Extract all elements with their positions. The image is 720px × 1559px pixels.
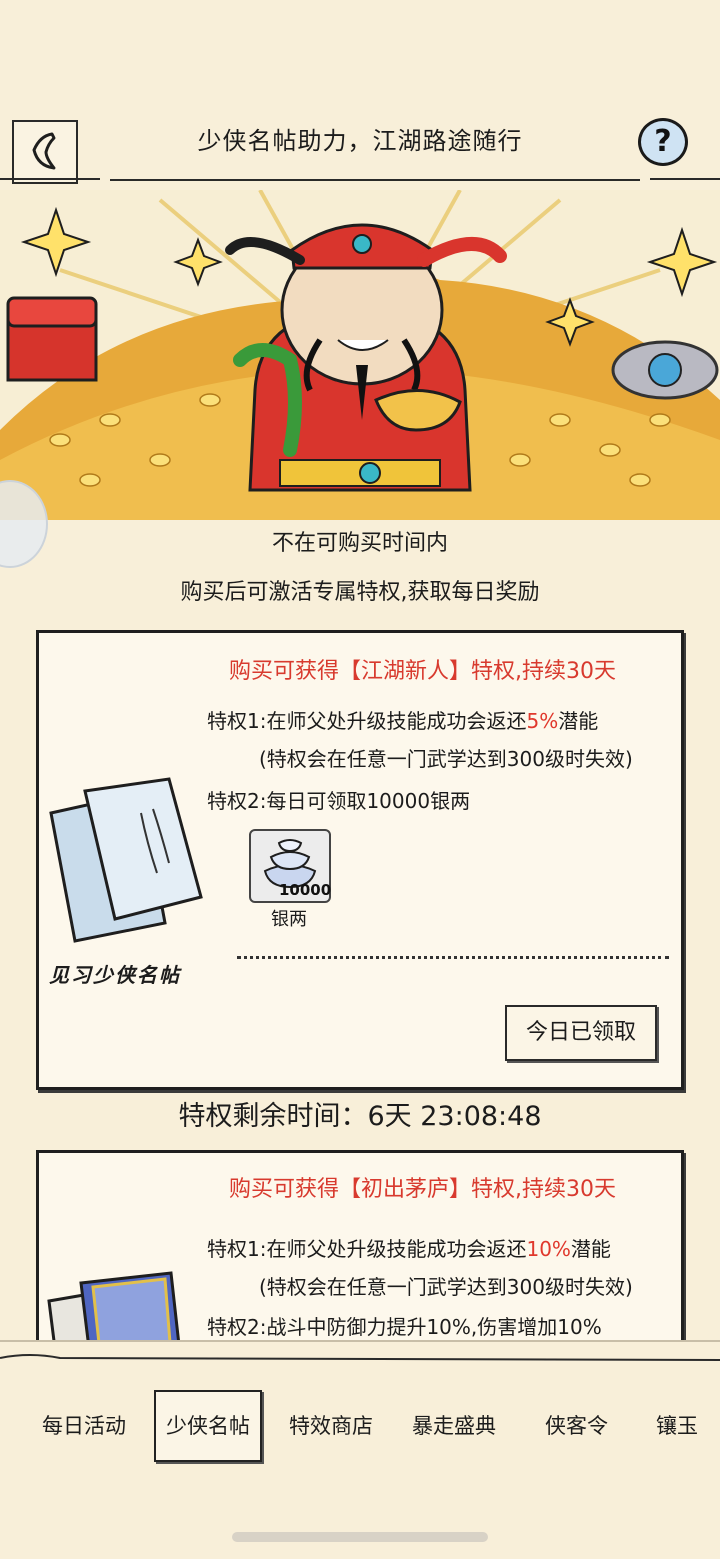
name-card-scroll-icon bbox=[49, 777, 203, 943]
purchase-status: 不在可购买时间内 bbox=[271, 531, 448, 556]
banner-illustration bbox=[0, 190, 720, 520]
bottom-tab-bar bbox=[0, 1340, 720, 1559]
privilege-remaining-time: 特权剩余时间：6天 23:08:48 bbox=[178, 1101, 542, 1132]
tabbar-divider bbox=[0, 1354, 720, 1361]
reward-amount: 10000 bbox=[279, 881, 332, 899]
claimed-today-button[interactable]: 今日已领取 bbox=[505, 1005, 657, 1061]
privilege-1: 特权1:在师父处升级技能成功会返还5%潜能 bbox=[207, 709, 599, 733]
tab-effects-shop[interactable]: 特效商店 bbox=[289, 1410, 373, 1440]
privilege-1-note: (特权会在任意一门武学达到300级时失效) bbox=[259, 1275, 633, 1299]
help-button[interactable]: ? bbox=[638, 118, 688, 166]
tab-daily-activity[interactable]: 每日活动 bbox=[42, 1410, 126, 1440]
home-indicator[interactable] bbox=[232, 1532, 488, 1542]
card-title: 购买可获得【江湖新人】特权,持续30天 bbox=[229, 659, 616, 684]
privilege-1-note: (特权会在任意一门武学达到300级时失效) bbox=[259, 747, 633, 771]
dotted-divider bbox=[237, 956, 669, 959]
privilege-card-jianghu-xinren: 购买可获得【江湖新人】特权,持续30天 特权1:在师父处升级技能成功会返还5%潜… bbox=[36, 630, 684, 1090]
tab-name-card[interactable]: 少侠名帖 bbox=[154, 1390, 262, 1462]
page-title: 少侠名帖助力，江湖路途随行 bbox=[197, 127, 523, 155]
tab-hero-token[interactable]: 侠客令 bbox=[545, 1410, 608, 1440]
card-title: 购买可获得【初出茅庐】特权,持续30天 bbox=[229, 1177, 616, 1202]
privilege-1: 特权1:在师父处升级技能成功会返还10%潜能 bbox=[207, 1237, 611, 1261]
tab-jade-inlay[interactable]: 镶玉 bbox=[656, 1410, 698, 1440]
privilege-2: 特权2:战斗中防御力提升10%,伤害增加10% bbox=[207, 1315, 602, 1339]
purchase-description: 购买后可激活专属特权,获取每日奖励 bbox=[180, 580, 540, 605]
reward-name: 银两 bbox=[271, 909, 307, 930]
name-card-title: 见习少侠名帖 bbox=[49, 963, 181, 987]
privilege-2: 特权2:每日可领取10000银两 bbox=[207, 789, 471, 813]
tab-rampage-festival[interactable]: 暴走盛典 bbox=[412, 1410, 496, 1440]
header-divider bbox=[0, 178, 720, 181]
